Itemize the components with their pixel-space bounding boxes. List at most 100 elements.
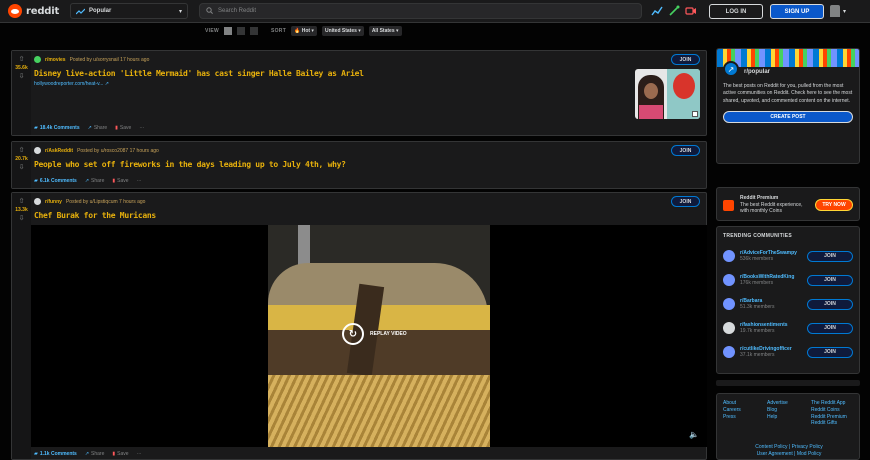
footer-link[interactable]: About: [723, 400, 741, 407]
join-button[interactable]: JOIN: [807, 346, 853, 358]
subreddit-icon[interactable]: [34, 198, 41, 205]
join-button[interactable]: JOIN: [671, 145, 700, 156]
login-button[interactable]: LOG IN: [709, 4, 763, 19]
downvote-icon[interactable]: ⇩: [19, 164, 25, 171]
footer-link[interactable]: Press: [723, 414, 741, 421]
share-icon: ↗: [84, 178, 90, 184]
post-title[interactable]: People who set off fireworks in the days…: [34, 160, 346, 169]
community-icon[interactable]: [723, 322, 735, 334]
save-button[interactable]: ▮ Save: [112, 451, 128, 457]
subreddit-icon[interactable]: [34, 56, 41, 63]
external-link-icon: [692, 111, 698, 117]
trending-communities-card: TRENDING COMMUNITIES r/AdviceForTheSwamp…: [716, 226, 860, 374]
signup-button[interactable]: SIGN UP: [770, 4, 824, 19]
replay-video-button[interactable]: ↻ REPLAY VIDEO: [342, 323, 407, 345]
comments-count: 6.1k Comments: [39, 178, 77, 184]
share-button[interactable]: ↗ Share: [85, 178, 105, 184]
footer-link[interactable]: Reddit Gifts: [811, 420, 847, 427]
upvote-icon[interactable]: ⇧: [19, 147, 25, 154]
subreddit-link[interactable]: r/AskReddit: [45, 148, 73, 154]
subreddit-link[interactable]: r/movies: [45, 57, 66, 63]
community-info: r/fashionsentiments 19.7k members: [740, 322, 802, 335]
sort-hot-dropdown[interactable]: 🔥 Hot ▾: [291, 26, 317, 36]
footer-policy-line[interactable]: User Agreement | Mod Policy: [717, 451, 861, 458]
post-card[interactable]: ⇧ 35.6k ⇩ r/movies Posted by u/sorrysnai…: [11, 50, 707, 136]
footer-link[interactable]: Help: [767, 414, 788, 421]
upvote-icon[interactable]: ⇧: [19, 56, 25, 63]
try-now-button[interactable]: TRY NOW: [815, 199, 853, 211]
community-icon[interactable]: [723, 346, 735, 358]
post-title[interactable]: Chef Burak for the Muricans: [34, 211, 156, 220]
join-button[interactable]: JOIN: [807, 250, 853, 262]
join-button[interactable]: JOIN: [807, 322, 853, 334]
post-thumbnail[interactable]: [635, 69, 700, 119]
save-button[interactable]: ▮ Save: [115, 125, 131, 131]
footer-link[interactable]: Advertise: [767, 400, 788, 407]
classic-view-icon[interactable]: [236, 27, 245, 35]
downvote-icon[interactable]: ⇩: [19, 215, 25, 222]
all-icon[interactable]: [668, 5, 680, 17]
more-options-icon[interactable]: ···: [137, 451, 142, 457]
share-button[interactable]: ↗ Share: [85, 451, 105, 457]
downvote-icon[interactable]: ⇩: [19, 73, 25, 80]
upvote-icon[interactable]: ⇧: [19, 198, 25, 205]
join-button[interactable]: JOIN: [671, 196, 700, 207]
chevron-down-icon: ▾: [178, 8, 182, 15]
join-button[interactable]: JOIN: [671, 54, 700, 65]
community-info: r/cutlikeDrivingofficer 37.1k members: [740, 346, 802, 359]
subreddit-icon[interactable]: [34, 147, 41, 154]
join-button[interactable]: JOIN: [807, 298, 853, 310]
comments-button[interactable]: ▰ 18.4k Comments: [34, 125, 80, 131]
country-dropdown[interactable]: United States ▾: [321, 26, 364, 36]
compact-view-icon[interactable]: [249, 27, 258, 35]
bookmark-icon: ▮: [112, 451, 116, 457]
card-view-icon[interactable]: [223, 27, 232, 35]
premium-description: The best Reddit experience, with monthly…: [740, 201, 803, 215]
comment-icon: ▰: [34, 451, 38, 457]
footer-link[interactable]: The Reddit App: [811, 400, 847, 407]
subreddit-link[interactable]: r/funny: [45, 199, 62, 205]
post-score: 20.7k: [15, 156, 28, 162]
reddit-logo[interactable]: reddit: [8, 4, 59, 18]
more-options-icon[interactable]: ···: [137, 178, 142, 184]
join-button[interactable]: JOIN: [807, 274, 853, 286]
search-placeholder: Search Reddit: [218, 8, 257, 14]
video-icon[interactable]: [685, 5, 697, 17]
chevron-down-icon: ▾: [843, 8, 847, 15]
posted-by: Posted by u/sorrysnail 17 hours ago: [69, 56, 150, 63]
footer-policy-line[interactable]: Content Policy | Privacy Policy: [717, 444, 861, 451]
posted-by: Posted by u/rosco2087 17 hours ago: [77, 147, 159, 154]
popular-trend-icon[interactable]: [651, 5, 663, 17]
share-button[interactable]: ↗ Share: [88, 125, 108, 131]
volume-icon[interactable]: 🔈: [689, 430, 699, 439]
comments-count: 18.4k Comments: [39, 125, 80, 131]
footer-link[interactable]: Reddit Premium: [811, 414, 847, 421]
premium-text: Reddit Premium The best Reddit experienc…: [740, 195, 809, 215]
community-members: 536k members: [740, 256, 774, 262]
popular-icon: ↗: [723, 61, 739, 77]
footer-link[interactable]: Reddit Coins: [811, 407, 847, 414]
community-icon[interactable]: [723, 298, 735, 310]
community-icon[interactable]: [723, 274, 735, 286]
post-link[interactable]: hollywoodreporter.com/heat-v... ↗: [34, 81, 109, 87]
more-options-icon[interactable]: ···: [139, 125, 144, 131]
user-menu[interactable]: ▾: [830, 5, 846, 17]
comments-button[interactable]: ▰ 6.1k Comments: [34, 178, 77, 184]
post-actions: ▰ 6.1k Comments ↗ Share ▮ Save ···: [34, 178, 142, 184]
post-card[interactable]: ⇧ 20.7k ⇩ r/AskReddit Posted by u/rosco2…: [11, 141, 707, 189]
feed-selector[interactable]: Popular ▾: [70, 3, 188, 19]
comments-button[interactable]: ▰ 1.1k Comments: [34, 451, 77, 457]
search-input[interactable]: Search Reddit: [199, 3, 642, 19]
create-post-button[interactable]: CREATE POST: [723, 110, 853, 123]
post-card[interactable]: ⇧ 13.3k ⇩ r/funny Posted by u/Lipstiqcum…: [11, 192, 707, 460]
popular-header: ↗ r/popular: [717, 61, 859, 77]
footer-link[interactable]: Careers: [723, 407, 741, 414]
post-title[interactable]: Disney live-action 'Little Mermaid' has …: [34, 69, 364, 78]
video-player[interactable]: ↻ REPLAY VIDEO 🔈: [31, 225, 707, 447]
region-dropdown[interactable]: All States ▾: [368, 26, 402, 36]
community-icon[interactable]: [723, 250, 735, 262]
post-actions: ▰ 1.1k Comments ↗ Share ▮ Save ···: [34, 451, 142, 457]
comment-icon: ▰: [34, 178, 38, 184]
footer-link[interactable]: Blog: [767, 407, 788, 414]
save-button[interactable]: ▮ Save: [112, 178, 128, 184]
